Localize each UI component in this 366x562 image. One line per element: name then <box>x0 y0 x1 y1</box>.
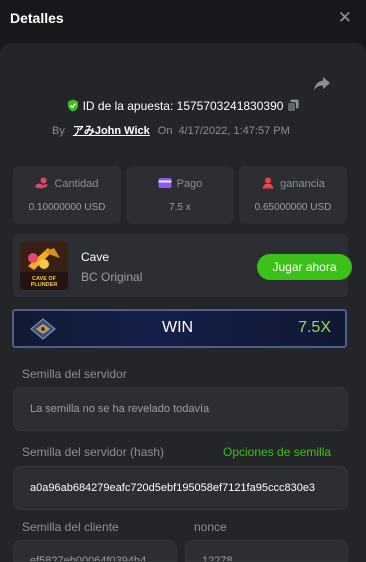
stat-amount-value: 0.10000000 USD <box>28 202 106 213</box>
client-seed-label: Semilla del cliente <box>22 520 119 534</box>
bet-byline: By アみJohn Wick On 4/17/2022, 1:47:57 PM <box>52 122 290 138</box>
stat-amount: Cantidad 0.10000000 USD <box>13 166 121 224</box>
stat-profit-label-row: ganancia <box>239 177 347 190</box>
nonce-label: nonce <box>194 520 227 534</box>
bet-date: 4/17/2022, 1:47:57 PM <box>178 125 290 137</box>
stat-payout-value: 7.5 x <box>169 202 191 213</box>
cart-icon <box>30 318 56 340</box>
shield-check-icon <box>67 99 78 112</box>
hand-coin-icon <box>35 177 48 189</box>
seed-options-link[interactable]: Opciones de semilla <box>223 445 331 459</box>
bet-id-label: ID de la apuesta: <box>82 99 174 113</box>
stat-profit-label: ganancia <box>280 178 325 190</box>
share-icon[interactable] <box>312 75 332 93</box>
game-thumbnail[interactable]: CAVE OF PLUNDER <box>20 242 68 290</box>
wallet-icon <box>158 178 172 188</box>
svg-text:PLUNDER: PLUNDER <box>31 282 58 288</box>
copy-icon[interactable] <box>287 99 299 112</box>
stat-payout-label-row: Pago <box>126 177 234 190</box>
by-label: By <box>52 125 65 137</box>
server-seed-label: Semilla del servidor <box>22 367 127 381</box>
on-label: On <box>157 125 173 137</box>
result-multiplier: 7.5X <box>298 319 331 336</box>
result-label: WIN <box>162 319 194 336</box>
server-hash-field[interactable]: a0a96ab684279eafc720d5ebf195058ef7121fa9… <box>13 466 348 510</box>
stat-payout: Pago 7.5 x <box>126 166 234 224</box>
stat-amount-label: Cantidad <box>54 178 99 190</box>
stat-profit: ganancia 0.65000000 USD <box>239 166 347 224</box>
stat-payout-label: Pago <box>176 178 203 190</box>
user-link[interactable]: アみJohn Wick <box>73 125 150 137</box>
details-header: Detalles ✕ <box>0 0 366 40</box>
cave-of-plunder-logo: CAVE OF PLUNDER <box>20 242 68 290</box>
bet-id-value: 1575703241830390 <box>176 99 284 113</box>
bet-id-line: ID de la apuesta: 1575703241830390 <box>0 99 366 113</box>
profit-icon <box>262 177 275 189</box>
close-icon[interactable]: ✕ <box>338 8 352 28</box>
play-now-button[interactable]: Jugar ahora <box>257 254 352 280</box>
stat-amount-label-row: Cantidad <box>13 177 121 190</box>
game-card: CAVE OF PLUNDER Cave BC Original Jugar a… <box>13 234 352 297</box>
client-seed-field[interactable]: ef5827eb00064f0394b4 <box>13 540 177 562</box>
nonce-field[interactable]: 12278 <box>185 540 348 562</box>
game-name: Cave <box>81 250 110 264</box>
game-provider: BC Original <box>81 270 143 284</box>
page-title: Detalles <box>10 10 64 26</box>
server-seed-field[interactable]: La semilla no se ha revelado todavía <box>13 387 348 431</box>
server-hash-label: Semilla del servidor (hash) <box>22 445 165 459</box>
stat-profit-value: 0.65000000 USD <box>254 202 332 213</box>
result-banner: WIN 7.5X <box>12 309 347 348</box>
